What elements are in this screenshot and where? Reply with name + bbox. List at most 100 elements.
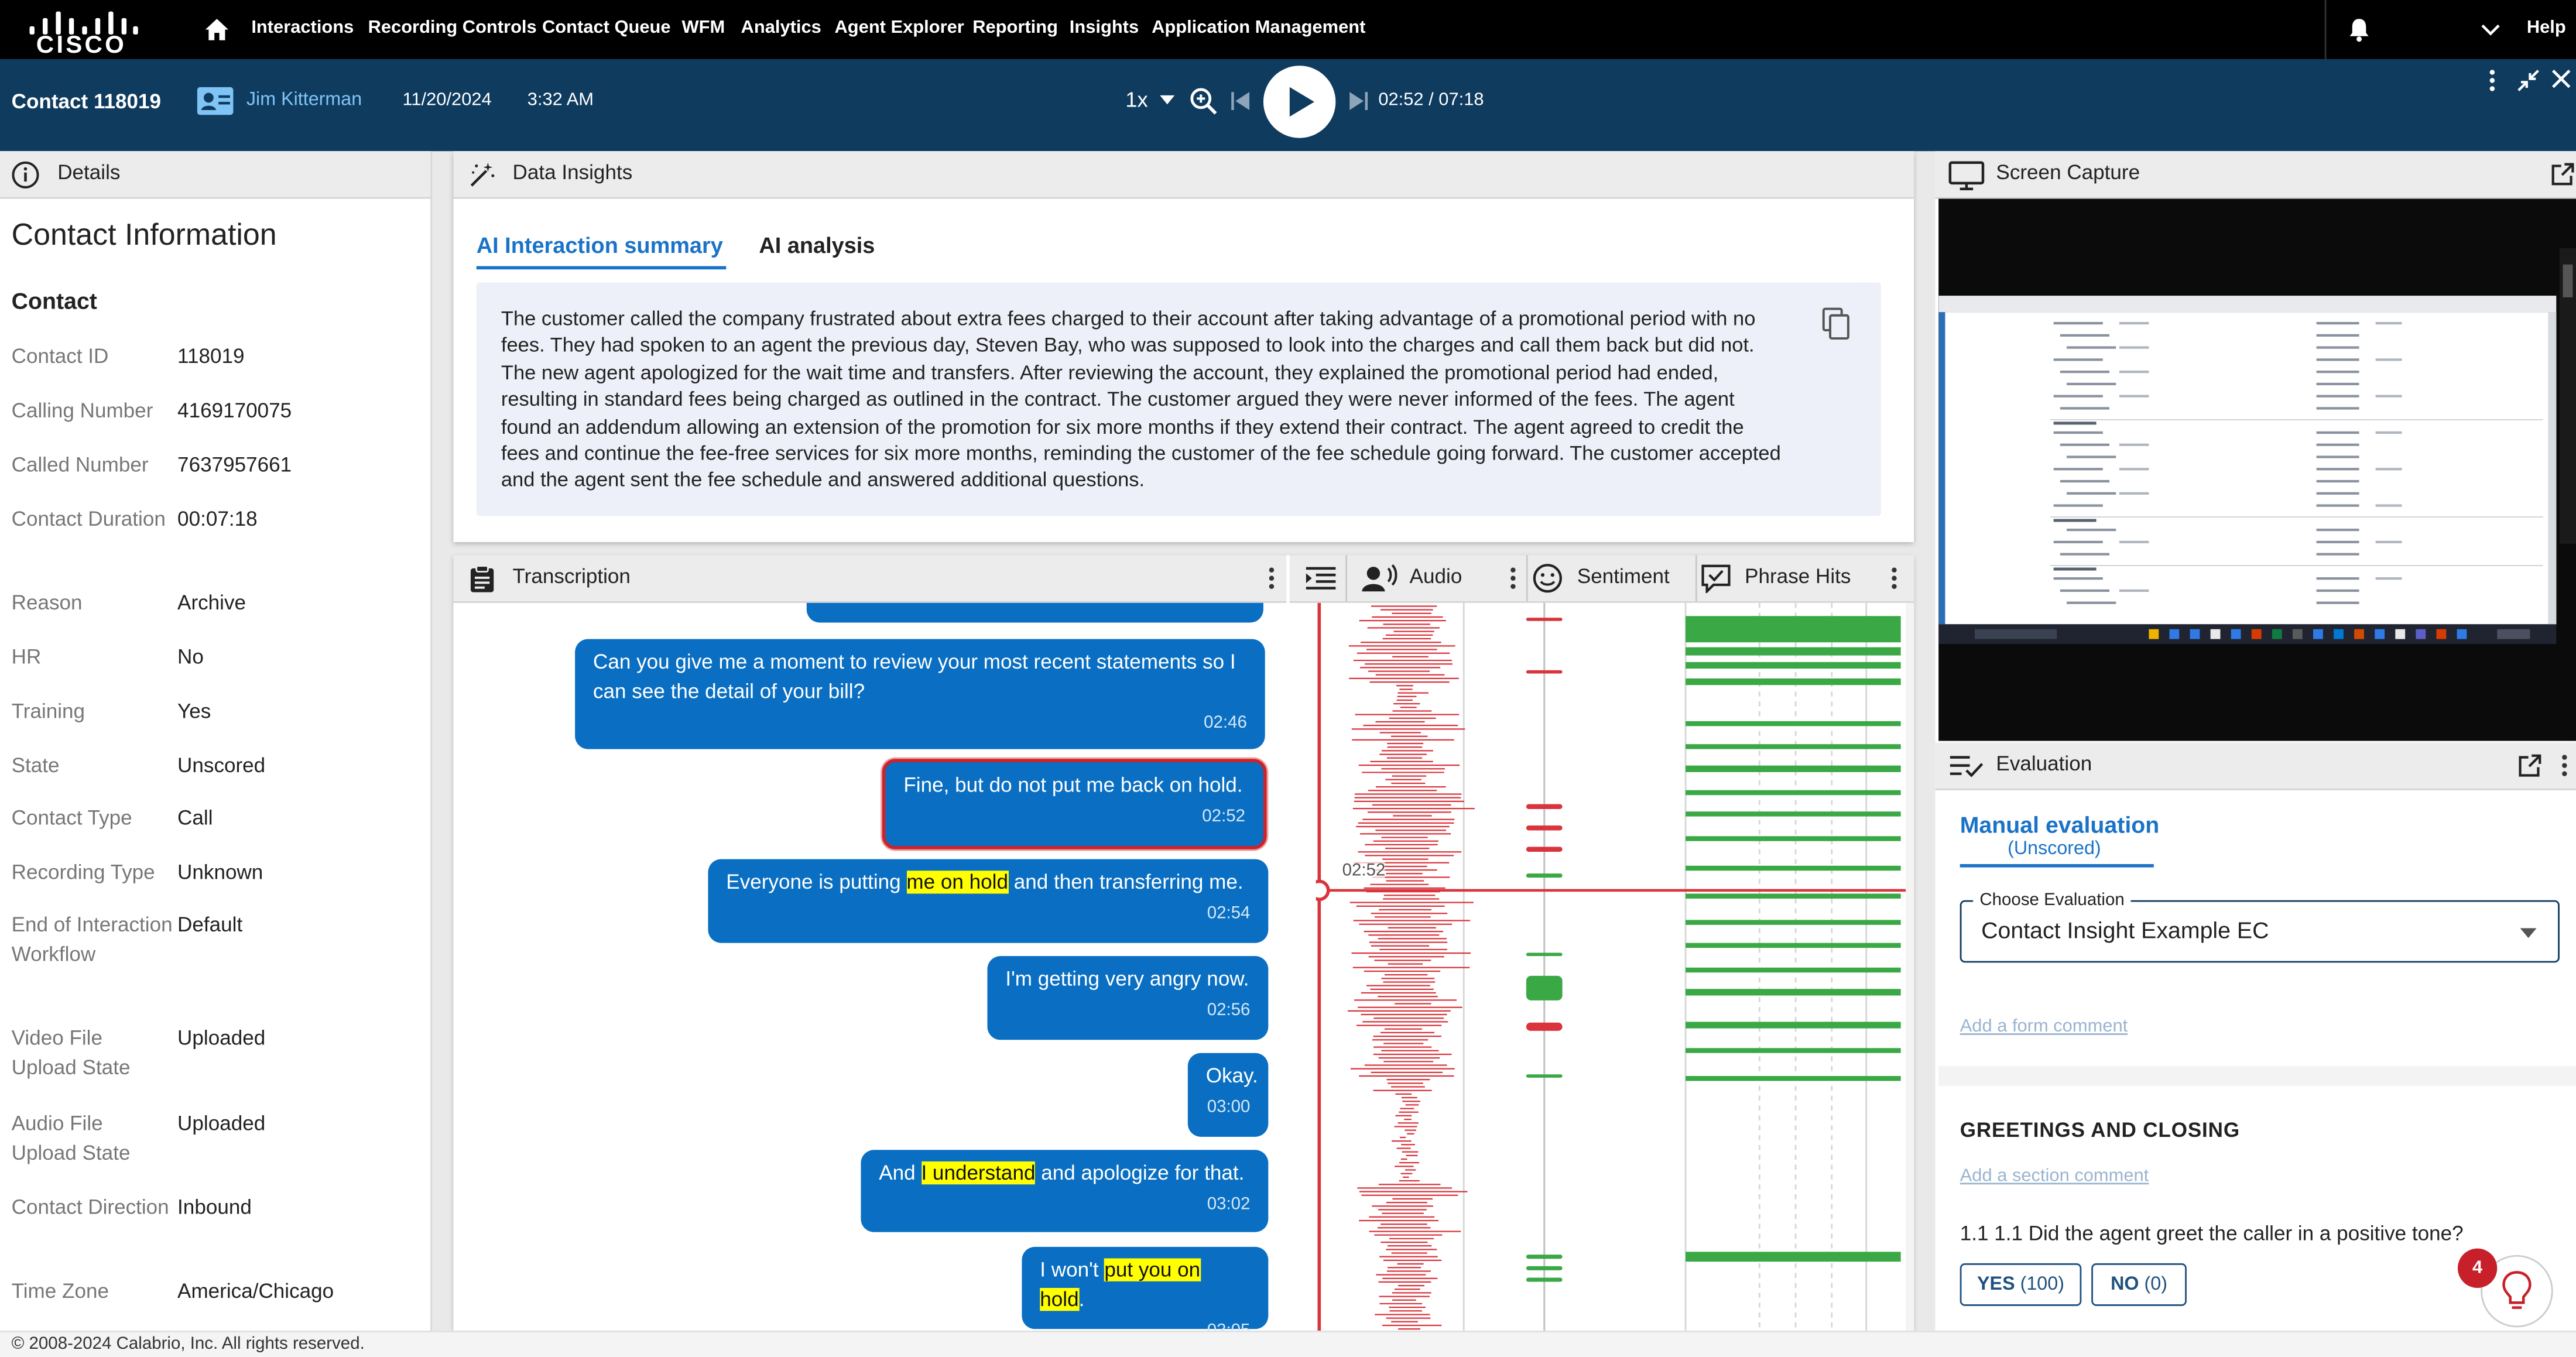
field-label: Contact Type xyxy=(11,806,132,830)
header-divider xyxy=(1695,555,1697,602)
capture-label xyxy=(2067,529,2116,532)
manual-evaluation-tab[interactable]: Manual evaluation xyxy=(1960,811,2160,838)
nav-contact-queue[interactable]: Contact Queue xyxy=(542,18,671,38)
nav-insights[interactable]: Insights xyxy=(1070,18,1139,38)
chat-bubble[interactable]: I'm getting very angry now. 02:56 xyxy=(987,956,1269,1040)
add-form-comment-link[interactable]: Add a form comment xyxy=(1960,1017,2128,1037)
more-options-icon[interactable] xyxy=(2560,752,2570,779)
chat-bubble[interactable]: I won't put you on hold. 03:05 xyxy=(1022,1246,1269,1331)
transcript-chat[interactable]: Can you give me a moment to review your … xyxy=(453,602,1316,1331)
nav-application-management[interactable]: Application Management xyxy=(1152,18,1365,38)
chat-bubble[interactable]: Okay. 03:00 xyxy=(1187,1053,1269,1137)
nav-interactions[interactable]: Interactions xyxy=(251,18,354,38)
audio-title: Audio xyxy=(1409,565,1462,588)
message-timestamp: 03:05 xyxy=(1040,1319,1251,1331)
capture-label xyxy=(2053,358,2103,361)
data-insights-panel: Data Insights AI Interaction summary AI … xyxy=(453,151,1914,543)
capture-label xyxy=(2060,334,2110,337)
open-external-icon[interactable] xyxy=(2517,752,2543,779)
phrase-hits-title: Phrase Hits xyxy=(1745,565,1851,588)
chat-bubble xyxy=(806,602,1263,623)
close-icon[interactable] xyxy=(2550,67,2572,90)
more-options-icon[interactable] xyxy=(1889,565,1899,591)
choose-evaluation-label: Choose Evaluation xyxy=(1973,890,2131,910)
agent-name-link[interactable]: Jim Kitterman xyxy=(246,90,362,110)
evaluation-header: Evaluation xyxy=(1935,742,2576,790)
capture-label xyxy=(2316,407,2359,410)
capture-label xyxy=(2316,529,2359,532)
tracks-svg xyxy=(1308,602,1914,1331)
field-value: 00:07:18 xyxy=(177,508,258,531)
field-label: Contact ID xyxy=(11,345,109,368)
contact-time: 3:32 AM xyxy=(527,90,594,111)
chevron-down-icon[interactable] xyxy=(2481,21,2500,37)
align-lines-icon[interactable] xyxy=(1304,565,1337,591)
bell-icon[interactable] xyxy=(2346,16,2372,43)
capture-divider xyxy=(2050,516,2543,518)
sentiment-mark xyxy=(1526,804,1563,810)
nav-reporting[interactable]: Reporting xyxy=(972,18,1058,38)
skip-back-icon[interactable] xyxy=(1231,90,1251,111)
playhead-time: 02:52 xyxy=(1342,861,1386,881)
home-icon[interactable] xyxy=(204,16,230,43)
more-options-icon[interactable] xyxy=(1508,565,1518,591)
no-answer-button[interactable]: NO (0) xyxy=(2091,1263,2187,1306)
caret-down-icon[interactable] xyxy=(1160,95,1175,105)
clipboard-icon xyxy=(470,565,494,592)
copy-icon[interactable] xyxy=(1822,307,1852,340)
screen-recording-video[interactable] xyxy=(1938,198,2576,741)
capture-label xyxy=(2067,601,2116,604)
nav-analytics[interactable]: Analytics xyxy=(741,18,821,38)
capture-label xyxy=(2316,492,2359,495)
sentiment-mark xyxy=(1526,670,1563,674)
magic-wand-icon xyxy=(470,162,495,187)
contact-title: Contact 118019 xyxy=(11,90,162,114)
track-scrollbar xyxy=(1906,602,1914,1331)
play-button[interactable] xyxy=(1263,66,1336,138)
open-external-icon[interactable] xyxy=(2550,161,2576,187)
playback-speed-select[interactable]: 1x xyxy=(1125,87,1148,112)
capture-divider xyxy=(2050,419,2543,420)
zoom-in-icon[interactable] xyxy=(1190,87,1218,115)
phrase-highlight: I understand xyxy=(921,1161,1036,1185)
info-icon xyxy=(12,161,39,189)
tab-ai-interaction-summary[interactable]: AI Interaction summary xyxy=(477,233,723,258)
field-value: Yes xyxy=(177,700,211,723)
chat-bubble[interactable]: And I understand and apologize for that.… xyxy=(861,1150,1269,1232)
skip-forward-icon[interactable] xyxy=(1349,90,1369,111)
yes-answer-button[interactable]: YES (100) xyxy=(1960,1263,2082,1306)
nav-agent-explorer[interactable]: Agent Explorer xyxy=(835,18,964,38)
message-text: And xyxy=(879,1161,922,1185)
chat-bubble[interactable]: Can you give me a moment to review your … xyxy=(575,639,1265,749)
sentiment-block xyxy=(1526,975,1563,1000)
chat-bubble-selected[interactable]: Fine, but do not put me back on hold. 02… xyxy=(882,759,1267,849)
message-text: I'm getting very angry now. xyxy=(1005,967,1249,991)
chat-bubble[interactable]: Everyone is putting me on hold and then … xyxy=(708,859,1269,943)
help-link[interactable]: Help xyxy=(2527,18,2566,38)
yes-score: (100) xyxy=(2020,1274,2064,1295)
phrase-hit-bar xyxy=(1686,967,1901,973)
nav-wfm[interactable]: WFM xyxy=(682,18,725,38)
capture-value xyxy=(2375,577,2402,580)
sentiment-mark xyxy=(1526,618,1563,621)
capture-label xyxy=(2060,589,2110,592)
sentiment-title: Sentiment xyxy=(1577,565,1670,588)
add-section-comment-link[interactable]: Add a section comment xyxy=(1960,1166,2149,1186)
transcription-header: Transcription xyxy=(453,555,1287,603)
sentiment-mark xyxy=(1526,873,1563,878)
tab-ai-analysis[interactable]: AI analysis xyxy=(759,233,875,258)
nav-recording-controls[interactable]: Recording Controls xyxy=(368,18,537,38)
phrase-hit-bar xyxy=(1686,721,1901,727)
contact-date: 11/20/2024 xyxy=(402,90,492,111)
capture-app-icon xyxy=(2169,629,2180,639)
message-timestamp: 03:02 xyxy=(1207,1194,1251,1214)
capture-label xyxy=(2316,334,2359,337)
timeline-tracks[interactable]: 02:52 xyxy=(1308,602,1914,1331)
collapse-icon[interactable] xyxy=(2515,67,2541,94)
capture-value xyxy=(2375,321,2402,325)
more-options-icon[interactable] xyxy=(2486,67,2499,94)
more-options-icon[interactable] xyxy=(1267,565,1277,591)
section-title: GREETINGS AND CLOSING xyxy=(1960,1118,2240,1142)
agent-card-icon xyxy=(197,87,234,115)
capture-label xyxy=(2316,455,2359,458)
